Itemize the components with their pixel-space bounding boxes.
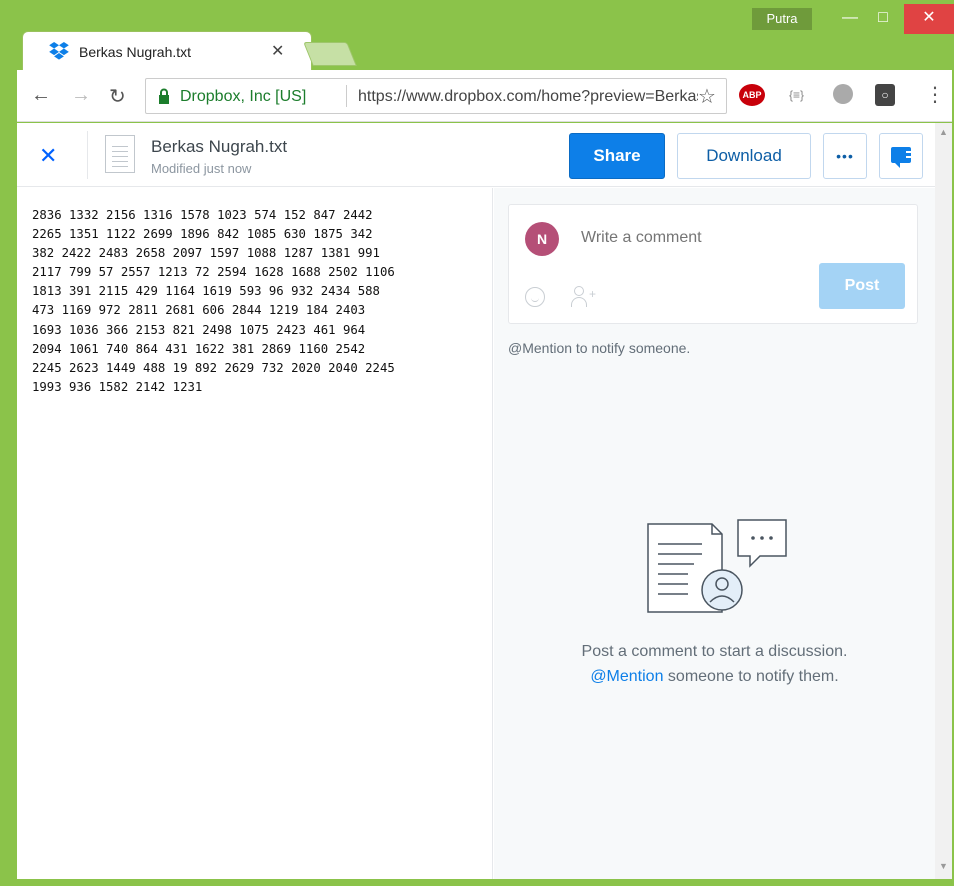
page-scrollbar[interactable]: ▲ ▼ — [935, 123, 952, 879]
comment-input[interactable] — [581, 229, 881, 247]
adblock-plus-icon[interactable]: ABP — [739, 84, 765, 106]
comment-composer: N + Post — [508, 204, 918, 324]
dropbox-preview-page: ✕ Berkas Nugrah.txt Modified just now Sh… — [17, 123, 935, 879]
add-person-icon[interactable]: + — [571, 285, 599, 309]
empty-state-hint: @Mention someone to notify them. — [494, 668, 935, 686]
modified-status: Modified just now — [151, 161, 252, 176]
scroll-down-arrow-icon[interactable]: ▼ — [939, 861, 948, 871]
bookmark-star-icon[interactable]: ☆ — [698, 84, 716, 109]
text-line: 2265 1351 1122 2699 1896 842 1085 630 18… — [32, 227, 373, 242]
browser-toolbar: ← → ↻ Dropbox, Inc [US] https://www.drop… — [17, 70, 952, 122]
file-text-pane: 2836 1332 2156 1316 1578 1023 574 152 84… — [17, 188, 493, 879]
browser-menu-icon[interactable]: ⋮ — [925, 82, 945, 107]
avatar: N — [525, 222, 559, 256]
text-file-icon — [105, 135, 135, 173]
comments-toggle-button[interactable] — [879, 133, 923, 179]
text-line: 1693 1036 366 2153 821 2498 1075 2423 46… — [32, 322, 366, 337]
file-name: Berkas Nugrah.txt — [151, 137, 288, 156]
post-button[interactable]: Post — [819, 263, 905, 309]
close-tab-icon[interactable]: ✕ — [271, 41, 284, 61]
close-window-icon[interactable]: ✕ — [904, 4, 954, 34]
text-line: 2836 1332 2156 1316 1578 1023 574 152 84… — [32, 208, 373, 222]
preview-header: ✕ Berkas Nugrah.txt Modified just now Sh… — [17, 123, 935, 187]
text-line: 473 1169 972 2811 2681 606 2844 1219 184… — [32, 303, 366, 318]
comment-bubble-icon — [891, 147, 918, 168]
json-viewer-icon[interactable]: {≡} — [789, 88, 804, 102]
dropbox-logo-icon — [49, 42, 69, 60]
download-button[interactable]: Download — [677, 133, 811, 179]
text-line: 2094 1061 740 864 431 1622 381 2869 1160… — [32, 341, 366, 356]
empty-state-message: Post a comment to start a discussion. — [581, 643, 848, 660]
lightbulb-extension-icon[interactable]: ○ — [875, 84, 895, 106]
site-identity: Dropbox, Inc [US] — [180, 88, 307, 105]
more-options-button[interactable]: ••• — [823, 133, 867, 179]
url-text[interactable]: https://www.dropbox.com/home?preview=Ber… — [358, 88, 698, 106]
maximize-icon[interactable]: □ — [865, 4, 901, 34]
new-tab-button[interactable] — [303, 42, 357, 66]
comments-sidebar: N + Post @Mention to notify someone. — [494, 188, 935, 879]
tab-title: Berkas Nugrah.txt — [79, 44, 192, 60]
share-button[interactable]: Share — [569, 133, 665, 179]
url-divider — [346, 85, 347, 107]
text-line: 2117 799 57 2557 1213 72 2594 1628 1688 … — [32, 265, 395, 280]
reload-icon[interactable]: ↻ — [109, 84, 126, 109]
address-bar[interactable]: Dropbox, Inc [US] https://www.dropbox.co… — [145, 78, 727, 114]
scroll-up-arrow-icon[interactable]: ▲ — [939, 127, 948, 137]
browser-tab[interactable]: Berkas Nugrah.txt ✕ — [22, 31, 312, 71]
mention-link[interactable]: @Mention — [590, 668, 663, 685]
file-text-content: 2836 1332 2156 1316 1578 1023 574 152 84… — [32, 206, 395, 397]
discussion-illustration-icon — [647, 519, 787, 613]
lock-icon — [159, 88, 169, 104]
mention-hint: @Mention to notify someone. — [508, 340, 691, 356]
empty-state-hint-text: someone to notify them. — [663, 668, 839, 685]
forward-arrow-icon[interactable]: → — [71, 84, 91, 107]
minimize-icon[interactable]: — — [832, 4, 868, 34]
text-line: 2245 2623 1449 488 19 892 2629 732 2020 … — [32, 360, 395, 375]
browser-window: Putra — □ ✕ Berkas Nugrah.txt ✕ ← → ↻ Dr… — [0, 0, 954, 886]
text-line: 1993 936 1582 2142 1231 — [32, 379, 203, 394]
back-arrow-icon[interactable]: ← — [31, 84, 51, 107]
emoji-icon[interactable] — [525, 287, 545, 307]
header-divider — [87, 131, 88, 179]
extension-icon[interactable] — [833, 84, 853, 104]
text-line: 1813 391 2115 429 1164 1619 593 96 932 2… — [32, 284, 380, 299]
close-preview-icon[interactable]: ✕ — [39, 143, 57, 169]
text-line: 382 2422 2483 2658 2097 1597 1088 1287 1… — [32, 246, 380, 261]
profile-button[interactable]: Putra — [752, 8, 812, 30]
